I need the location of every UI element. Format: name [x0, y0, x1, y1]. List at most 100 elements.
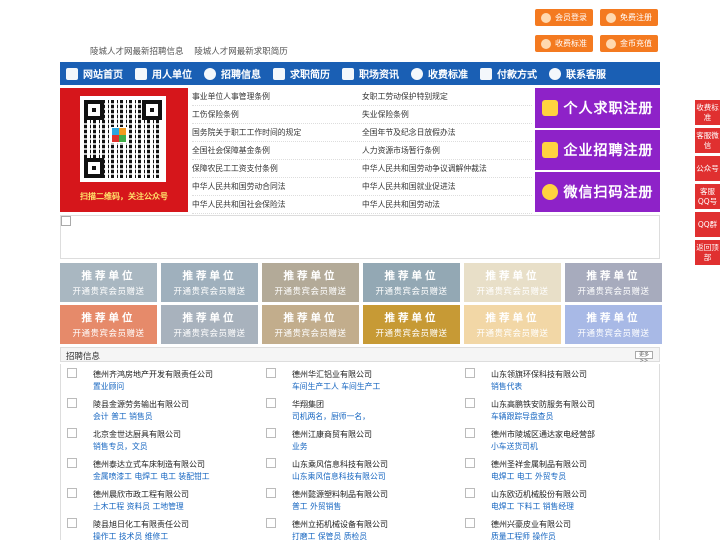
regulation-links: 事业单位人事管理条例 女职工劳动保护特别规定 工伤保险条例 失业保险条例 国务院关于… — [192, 88, 532, 214]
company-logo-icon[interactable] — [465, 428, 475, 438]
company-logo-icon[interactable] — [67, 368, 77, 378]
company-logo-icon[interactable] — [266, 428, 276, 438]
wechat-register-button[interactable]: 微信扫码注册 — [535, 172, 660, 212]
company-name[interactable]: 德州泰达立式车床制造有限公司 — [93, 459, 205, 470]
company-logo-icon[interactable] — [266, 518, 276, 528]
company-name[interactable]: 陵县旭日化工有限责任公司 — [93, 519, 189, 530]
job-positions[interactable]: 电焊工 下料工 销售经理 — [491, 501, 574, 512]
job-positions[interactable]: 业务 — [292, 441, 308, 452]
job-positions[interactable]: 质量工程师 操作员 — [491, 531, 556, 540]
recommend-title: 推荐单位 — [81, 270, 136, 282]
wechat-qr-panel: 扫描二维码，关注公众号 — [60, 88, 188, 212]
company-name[interactable]: 山东乘风信息科技有限公司 — [292, 459, 388, 470]
latest-resumes-link[interactable]: 陵城人才网最新求职简历 — [194, 47, 288, 57]
broken-image-icon — [61, 216, 71, 226]
company-logo-icon[interactable] — [266, 398, 276, 408]
company-name[interactable]: 德州圣祥金属制品有限公司 — [491, 459, 587, 470]
company-logo-icon[interactable] — [67, 488, 77, 498]
nav-home[interactable]: 网站首页 — [60, 62, 129, 85]
company-logo-icon[interactable] — [465, 398, 475, 408]
job-item: 德州兴豪皮业有限公司 质量工程师 操作员 — [459, 514, 654, 540]
employer-register-button[interactable]: 企业招聘注册 — [535, 130, 660, 170]
jobs-title: 招聘信息 — [66, 352, 101, 362]
company-name[interactable]: 德州兴豪皮业有限公司 — [491, 519, 571, 530]
job-positions[interactable]: 置业顾问 — [93, 381, 124, 392]
recommend-slot[interactable]: 推荐单位 开通贵宾会员赠送 — [161, 305, 258, 344]
job-positions[interactable]: 金属喷漆工 电焊工 电工 装配钳工 — [93, 471, 210, 482]
recommend-title: 推荐单位 — [283, 312, 338, 324]
free-register-button[interactable]: 免费注册 — [600, 9, 658, 26]
company-name[interactable]: 德州齐鸿房地产开发有限责任公司 — [93, 369, 213, 380]
company-name[interactable]: 山东欧迈机械股份有限公司 — [491, 489, 587, 500]
recommend-slot[interactable]: 推荐单位 开通贵宾会员赠送 — [464, 305, 561, 344]
recommend-slot[interactable]: 推荐单位 开通贵宾会员赠送 — [262, 305, 359, 344]
job-positions[interactable]: 操作工 技术员 维修工 — [93, 531, 168, 540]
company-name[interactable]: 山东领旗环保科技有限公司 — [491, 369, 587, 380]
company-name[interactable]: 山东高鹏铁安防服务有限公司 — [491, 399, 595, 410]
recommend-slot[interactable]: 推荐单位 开通贵宾会员赠送 — [60, 263, 157, 302]
recommend-slot[interactable]: 推荐单位 开通贵宾会员赠送 — [565, 305, 662, 344]
coin-recharge-button[interactable]: 金币充值 — [600, 35, 658, 52]
nav-resumes[interactable]: 求职简历 — [267, 62, 336, 85]
company-logo-icon[interactable] — [465, 368, 475, 378]
job-positions[interactable]: 打磨工 保管员 质检员 — [292, 531, 367, 540]
sidebar-service-qq[interactable]: 客服QQ号 — [695, 184, 720, 209]
job-positions[interactable]: 小车送货司机 — [491, 441, 538, 452]
company-name[interactable]: 德州晨欣市政工程有限公司 — [93, 489, 189, 500]
company-logo-icon[interactable] — [465, 458, 475, 468]
recommend-slot[interactable]: 推荐单位 开通贵宾会员赠送 — [262, 263, 359, 302]
job-positions[interactable]: 电焊工 电工 外贸专员 — [491, 471, 566, 482]
company-logo-icon[interactable] — [67, 518, 77, 528]
recommend-slot[interactable]: 推荐单位 开通贵宾会员赠送 — [60, 305, 157, 344]
recommend-slot[interactable]: 推荐单位 开通贵宾会员赠送 — [363, 263, 460, 302]
main-nav: 网站首页 用人单位 招聘信息 求职简历 职场资讯 收费标准 付款方式 联系客服 — [60, 62, 660, 85]
job-positions[interactable]: 土木工程 资料员 工地管理 — [93, 501, 184, 512]
company-name[interactable]: 德州立拓机械设备有限公司 — [292, 519, 388, 530]
job-positions[interactable]: 销售代表 — [491, 381, 522, 392]
sidebar-qq-group[interactable]: QQ群 — [695, 212, 720, 237]
company-logo-icon[interactable] — [266, 488, 276, 498]
nav-news[interactable]: 职场资讯 — [336, 62, 405, 85]
company-name[interactable]: 德州江康商贸有限公司 — [292, 429, 372, 440]
job-seeker-register-button[interactable]: 个人求职注册 — [535, 88, 660, 128]
nav-fees[interactable]: 收费标准 — [405, 62, 474, 85]
member-login-button[interactable]: 会员登录 — [535, 9, 593, 26]
recommend-slot[interactable]: 推荐单位 开通贵宾会员赠送 — [363, 305, 460, 344]
company-name[interactable]: 北京金世达厨具有限公司 — [93, 429, 181, 440]
recommend-subtitle: 开通贵宾会员赠送 — [274, 287, 347, 297]
job-positions[interactable]: 车辆跟踪导盘查员 — [491, 411, 553, 422]
ad-banner[interactable] — [60, 215, 660, 259]
job-positions[interactable]: 车间生产工人 车间生产工 — [292, 381, 380, 392]
job-positions[interactable]: 司机两名，厨师一名， — [292, 411, 370, 422]
company-logo-icon[interactable] — [67, 398, 77, 408]
company-name[interactable]: 陵县金源劳务输出有限公司 — [93, 399, 189, 410]
company-logo-icon[interactable] — [465, 518, 475, 528]
company-name[interactable]: 华翔集团 — [292, 399, 324, 410]
job-positions[interactable]: 普工 外贸销售 — [292, 501, 341, 512]
sidebar-official-account[interactable]: 公众号 — [695, 156, 720, 181]
company-logo-icon[interactable] — [266, 368, 276, 378]
company-name[interactable]: 德州市陵城区通达家电经营部 — [491, 429, 595, 440]
more-link[interactable]: 更多>> — [635, 351, 653, 364]
sidebar-fee-standard[interactable]: 收费标准 — [695, 100, 720, 125]
company-name[interactable]: 德州懿源塑料制品有限公司 — [292, 489, 388, 500]
sidebar-back-to-top[interactable]: 返回顶部 — [695, 240, 720, 265]
nav-payment[interactable]: 付款方式 — [474, 62, 543, 85]
recommend-slot[interactable]: 推荐单位 开通贵宾会员赠送 — [464, 263, 561, 302]
latest-jobs-link[interactable]: 陵城人才网最新招聘信息 — [90, 47, 184, 57]
sidebar-service-wechat[interactable]: 客服微信 — [695, 128, 720, 153]
nav-jobs[interactable]: 招聘信息 — [198, 62, 267, 85]
company-logo-icon[interactable] — [465, 488, 475, 498]
nav-employers[interactable]: 用人单位 — [129, 62, 198, 85]
job-positions[interactable]: 会计 普工 销售员 — [93, 411, 153, 422]
company-logo-icon[interactable] — [67, 428, 77, 438]
company-logo-icon[interactable] — [67, 458, 77, 468]
recommend-slot[interactable]: 推荐单位 开通贵宾会员赠送 — [161, 263, 258, 302]
job-positions[interactable]: 山东乘风信息科技有限公司 — [292, 471, 386, 482]
fee-standard-button[interactable]: 收费标准 — [535, 35, 593, 52]
nav-contact[interactable]: 联系客服 — [543, 62, 612, 85]
company-logo-icon[interactable] — [266, 458, 276, 468]
job-positions[interactable]: 销售专员，文员 — [93, 441, 148, 452]
recommend-slot[interactable]: 推荐单位 开通贵宾会员赠送 — [565, 263, 662, 302]
company-name[interactable]: 德州华汇铝业有限公司 — [292, 369, 372, 380]
